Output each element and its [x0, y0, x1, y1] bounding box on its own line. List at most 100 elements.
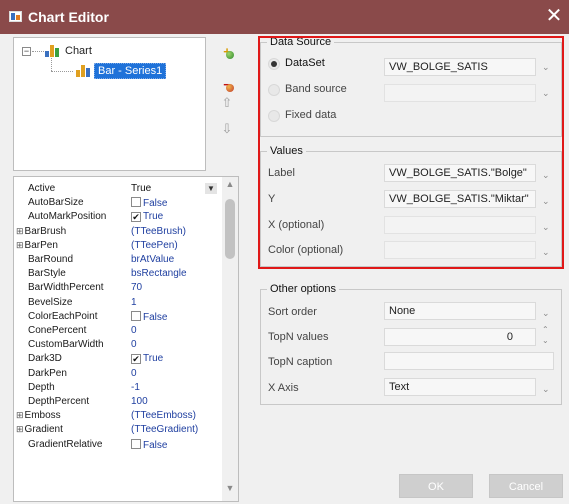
- property-name: CustomBarWidth: [28, 339, 104, 351]
- property-value[interactable]: (TTeeEmboss): [131, 410, 196, 421]
- property-name: AutoMarkPosition: [28, 211, 107, 223]
- tree-item-bar-series1[interactable]: Bar - Series1: [94, 63, 167, 79]
- property-row[interactable]: AutoMarkPosition ✔ True: [14, 210, 220, 224]
- bar-series-icon: [76, 64, 91, 77]
- chart-icon: [45, 44, 60, 57]
- series-gem-icon: [226, 84, 234, 92]
- property-value[interactable]: 0: [131, 368, 137, 379]
- close-icon[interactable]: ✕: [543, 4, 565, 28]
- property-value[interactable]: ✔ True: [131, 211, 163, 223]
- x-axis-select[interactable]: Text: [384, 378, 536, 396]
- arrow-down-icon: ⇩: [221, 121, 233, 136]
- property-name: Active: [28, 183, 56, 194]
- window-title: Chart Editor: [28, 9, 109, 25]
- tree-connector: [32, 51, 44, 52]
- property-row[interactable]: BarWidthPercent 70: [14, 281, 220, 295]
- ok-button[interactable]: OK: [399, 474, 473, 498]
- property-row[interactable]: BevelSize 1: [14, 296, 220, 310]
- series-gem-icon: [226, 51, 234, 59]
- scrollbar-thumb[interactable]: [225, 199, 235, 259]
- property-row[interactable]: Dark3D ✔ True: [14, 352, 220, 366]
- move-up-button[interactable]: ⇧: [218, 94, 236, 112]
- property-value[interactable]: 0: [131, 325, 137, 336]
- property-name: ColorEachPoint: [28, 310, 98, 322]
- property-value[interactable]: (TTeeGradient): [131, 424, 198, 435]
- property-row[interactable]: BarPen (TTeePen): [14, 239, 220, 253]
- topn-caption-label: TopN caption: [268, 356, 333, 368]
- property-value-text: False: [143, 439, 168, 451]
- property-value[interactable]: False: [131, 438, 168, 451]
- scroll-down-icon[interactable]: ▼: [222, 483, 238, 493]
- scroll-up-icon[interactable]: ▲: [222, 179, 238, 189]
- property-name: GradientRelative: [28, 438, 103, 450]
- property-name: BarBrush: [16, 226, 67, 237]
- checkbox[interactable]: [131, 310, 141, 321]
- x-axis-label: X Axis: [268, 382, 299, 394]
- property-row[interactable]: Depth -1: [14, 381, 220, 395]
- property-name: Gradient: [16, 424, 63, 435]
- property-value[interactable]: -1: [131, 382, 140, 393]
- checkbox[interactable]: ✔: [131, 212, 141, 223]
- checkbox[interactable]: [131, 438, 141, 449]
- property-value[interactable]: 100: [131, 396, 148, 407]
- delete-series-button[interactable]: −: [218, 76, 236, 94]
- tree-connector: [51, 58, 52, 71]
- checkbox[interactable]: ✔: [131, 354, 141, 365]
- property-row[interactable]: AutoBarSize False: [14, 196, 220, 210]
- property-row[interactable]: BarBrush (TTeeBrush): [14, 225, 220, 239]
- property-value[interactable]: ✔ True: [131, 353, 163, 365]
- chevron-down-icon[interactable]: ⌄: [542, 384, 550, 395]
- arrow-up-icon: ⇧: [221, 95, 233, 110]
- property-row[interactable]: Emboss (TTeeEmboss): [14, 409, 220, 423]
- property-grid: Active True ▼ AutoBarSize False AutoMarkPosit…: [13, 176, 239, 502]
- property-row[interactable]: ConePercent 0: [14, 324, 220, 338]
- property-row[interactable]: CustomBarWidth 0: [14, 338, 220, 352]
- chevron-down-icon[interactable]: ⌄: [542, 308, 550, 319]
- property-value-text: False: [143, 198, 168, 210]
- property-name: BarRound: [28, 254, 74, 265]
- property-name: Emboss: [16, 410, 61, 421]
- property-name: Depth: [28, 381, 55, 393]
- tree-connector: [51, 71, 73, 72]
- topn-values-spinner[interactable]: 0: [384, 328, 536, 346]
- property-name: BarWidthPercent: [28, 282, 104, 294]
- property-value[interactable]: True: [131, 183, 151, 194]
- property-value[interactable]: False: [131, 197, 167, 209]
- property-name: AutoBarSize: [28, 197, 84, 209]
- add-series-button[interactable]: +: [218, 43, 236, 61]
- property-name: BarStyle: [28, 268, 66, 280]
- property-name: ConePercent: [28, 325, 87, 336]
- property-row[interactable]: BarStyle bsRectangle: [14, 267, 220, 281]
- property-row[interactable]: Active True ▼: [14, 182, 220, 196]
- property-value[interactable]: 0: [131, 339, 137, 350]
- property-value[interactable]: (TTeeBrush): [131, 226, 186, 237]
- property-scrollbar[interactable]: ▲ ▼: [222, 177, 238, 501]
- property-row[interactable]: DepthPercent 100: [14, 395, 220, 409]
- property-row[interactable]: GradientRelative False: [14, 438, 220, 452]
- spin-up-icon[interactable]: ⌃: [542, 325, 549, 334]
- property-value[interactable]: False: [131, 310, 168, 323]
- sort-order-select[interactable]: None: [384, 302, 536, 320]
- series-tree: − Chart Bar - Series1: [13, 37, 206, 171]
- topn-caption-input[interactable]: [384, 352, 554, 370]
- property-row[interactable]: BarRound brAtValue: [14, 253, 220, 267]
- tree-collapse-icon[interactable]: −: [22, 47, 31, 56]
- highlight-frame: [258, 36, 564, 269]
- move-down-button[interactable]: ⇩: [218, 120, 236, 138]
- property-value-text: False: [143, 311, 168, 323]
- property-value[interactable]: 70: [131, 282, 142, 293]
- tree-item-chart[interactable]: Chart: [65, 45, 92, 57]
- spin-down-icon[interactable]: ⌄: [542, 336, 549, 345]
- property-value[interactable]: brAtValue: [131, 254, 174, 265]
- checkbox[interactable]: [131, 197, 141, 208]
- property-value[interactable]: (TTeePen): [131, 240, 178, 251]
- property-name: BevelSize: [28, 296, 73, 308]
- dropdown-arrow-icon[interactable]: ▼: [205, 183, 217, 194]
- title-bar: Chart Editor ✕: [0, 0, 569, 34]
- property-value[interactable]: 1: [131, 297, 137, 308]
- cancel-button[interactable]: Cancel: [489, 474, 563, 498]
- property-row[interactable]: DarkPen 0: [14, 367, 220, 381]
- property-row[interactable]: Gradient (TTeeGradient): [14, 423, 220, 437]
- property-row[interactable]: ColorEachPoint False: [14, 310, 220, 324]
- property-value[interactable]: bsRectangle: [131, 268, 187, 279]
